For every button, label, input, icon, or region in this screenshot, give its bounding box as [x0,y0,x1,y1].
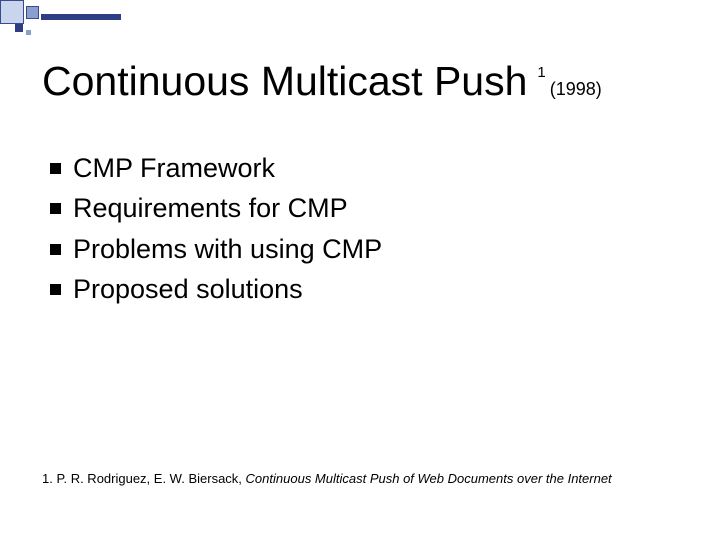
deco-bar [41,14,121,20]
footnote-citation-title: Continuous Multicast Push of Web Documen… [246,471,612,486]
deco-square-large [0,0,24,24]
bullet-text: Proposed solutions [73,271,303,307]
bullet-square-icon [50,163,61,174]
bullet-text: CMP Framework [73,150,275,186]
list-item: CMP Framework [50,150,680,186]
deco-square-tiny [26,30,31,35]
corner-decoration [0,0,125,30]
deco-square-mid [26,6,39,19]
list-item: Requirements for CMP [50,190,680,226]
title-main: Continuous Multicast Push [42,58,527,105]
bullet-text: Problems with using CMP [73,231,382,267]
footnote-marker: 1. [42,471,53,486]
list-item: Proposed solutions [50,271,680,307]
footnote: 1. P. R. Rodriguez, E. W. Biersack, Cont… [42,471,690,486]
bullet-square-icon [50,244,61,255]
list-item: Problems with using CMP [50,231,680,267]
deco-square-small [15,24,23,32]
bullet-text: Requirements for CMP [73,190,348,226]
footnote-authors: P. R. Rodriguez, E. W. Biersack, [56,471,241,486]
slide-title: Continuous Multicast Push 1 (1998) [42,58,690,105]
bullet-square-icon [50,284,61,295]
title-year: (1998) [550,79,602,100]
slide: Continuous Multicast Push 1 (1998) CMP F… [0,0,720,540]
title-ref-marker: 1 [537,64,545,81]
bullet-list: CMP Framework Requirements for CMP Probl… [50,150,680,312]
bullet-square-icon [50,203,61,214]
